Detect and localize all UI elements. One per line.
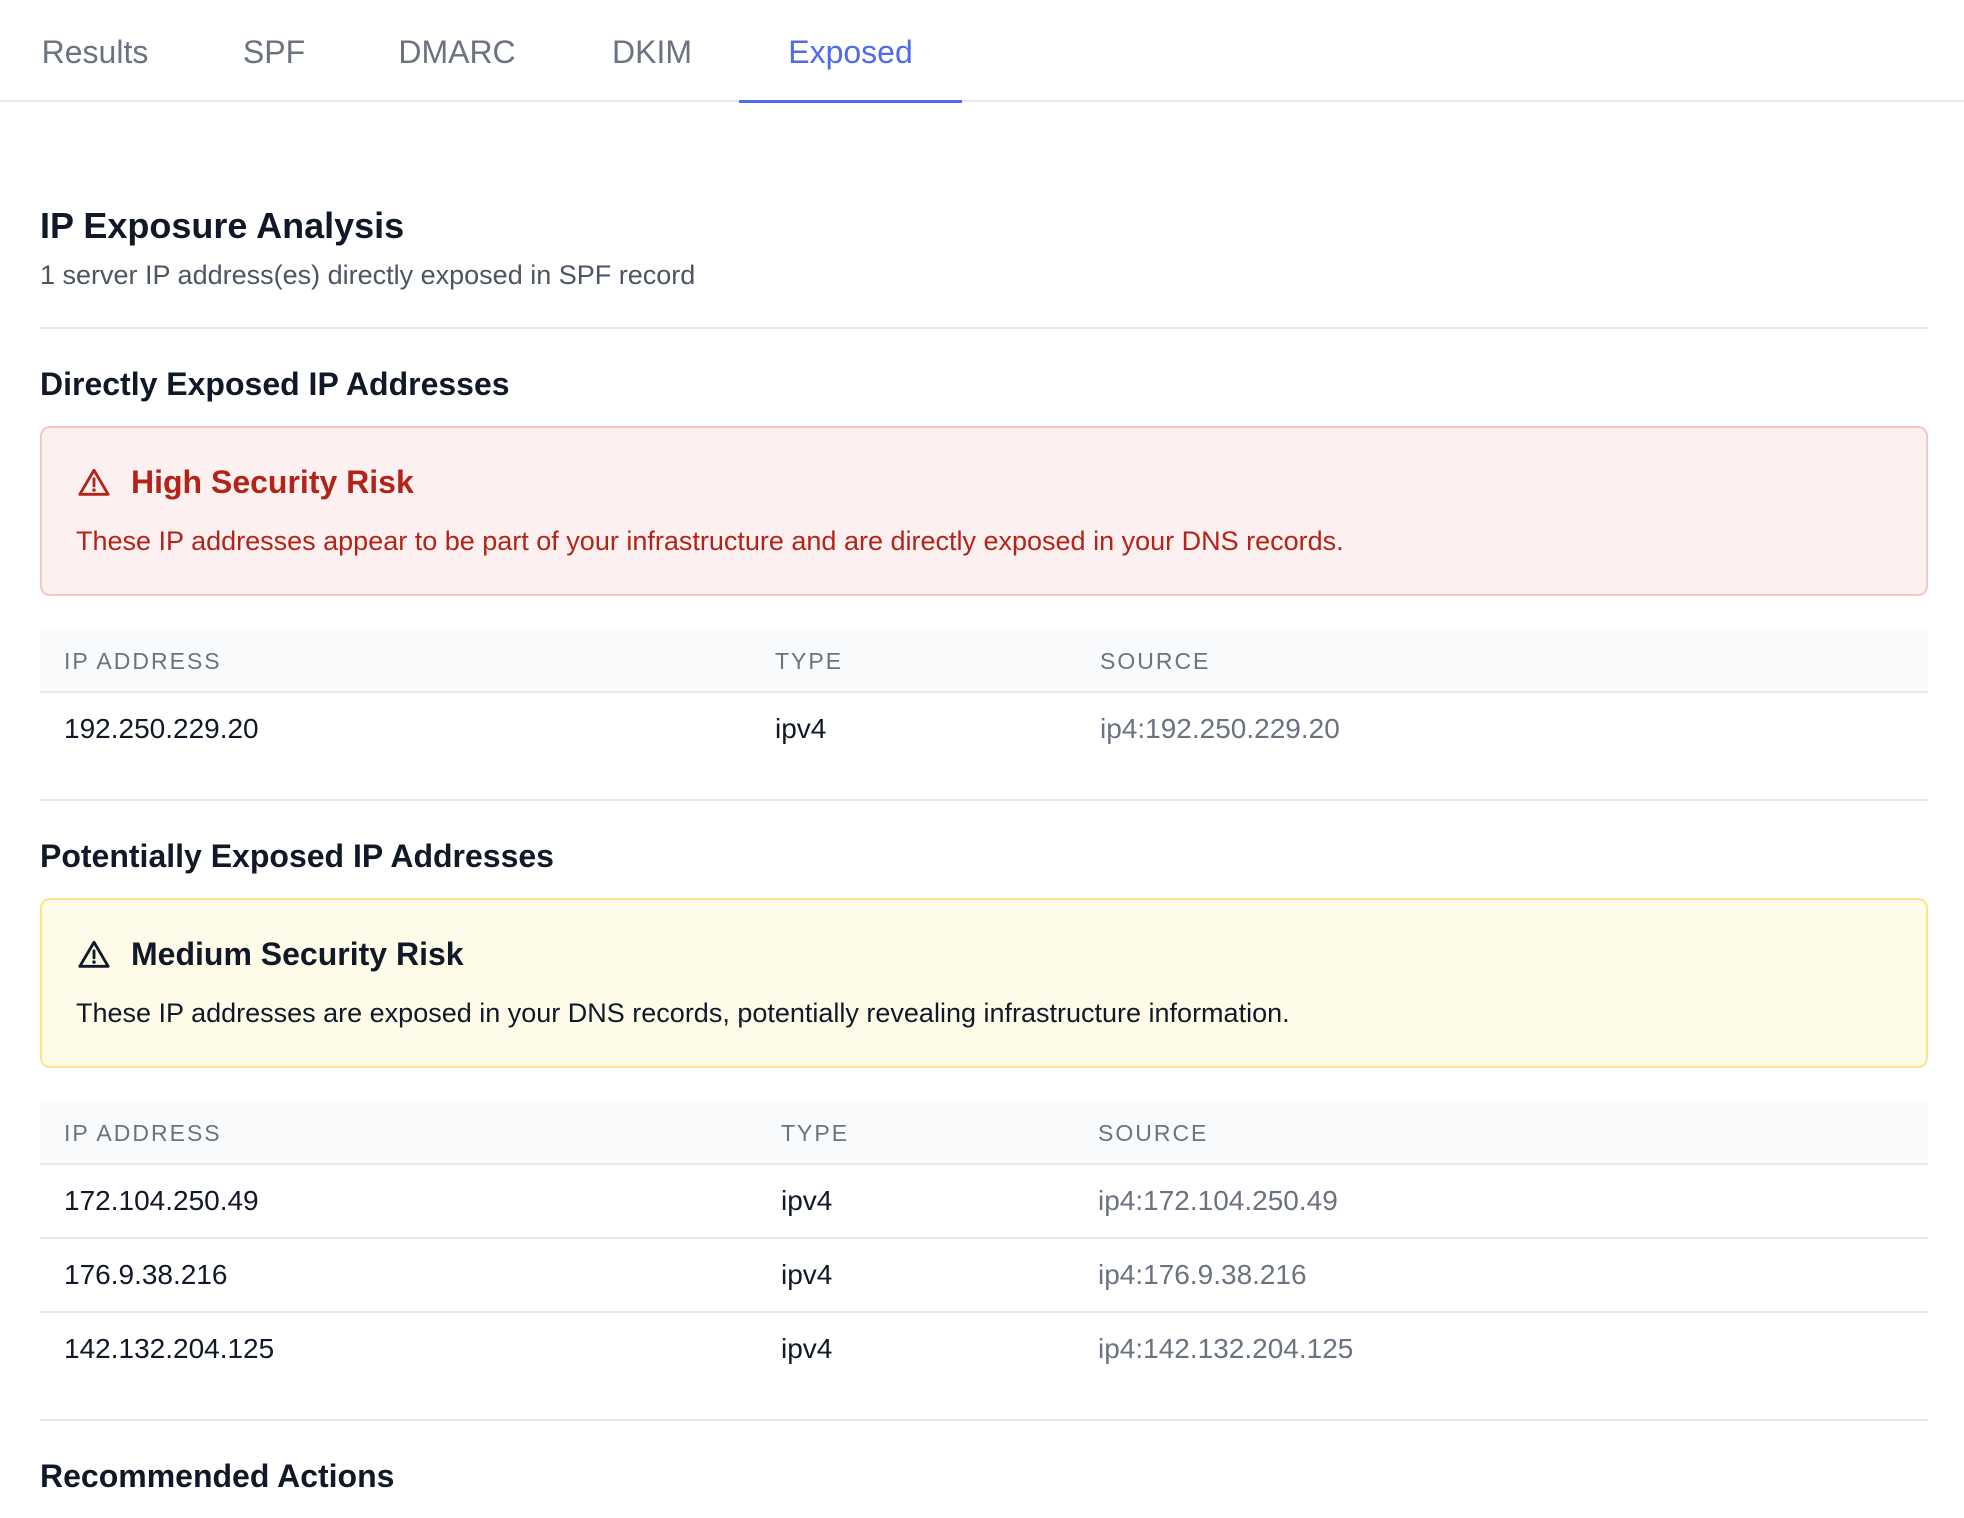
column-header-type: TYPE (781, 1120, 850, 1146)
tab-spf[interactable]: SPF (224, 0, 324, 102)
tab-exposed[interactable]: Exposed (739, 0, 962, 103)
page-subtitle: 1 server IP address(es) directly exposed… (40, 260, 696, 290)
table-row: 176.9.38.216 ipv4 ip4:176.9.38.216 (40, 1239, 1928, 1313)
medium-risk-alert: Medium Security Risk These IP addresses … (40, 898, 1928, 1068)
ip-source: ip4:142.132.204.125 (1098, 1333, 1354, 1364)
table-row: 192.250.229.20 ipv4 ip4:192.250.229.20 (40, 693, 1928, 767)
table-row: 172.104.250.49 ipv4 ip4:172.104.250.49 (40, 1165, 1928, 1239)
column-header-source: SOURCE (1100, 648, 1211, 674)
ip-source: ip4:176.9.38.216 (1098, 1259, 1307, 1290)
ip-address: 192.250.229.20 (64, 713, 259, 744)
direct-ip-table: IP ADDRESS TYPE SOURCE 192.250.229.20 ip… (40, 629, 1928, 767)
tab-results[interactable]: Results (20, 0, 170, 102)
tab-dmarc[interactable]: DMARC (382, 0, 532, 102)
table-header: IP ADDRESS TYPE SOURCE (40, 1101, 1928, 1165)
ip-source: ip4:172.104.250.49 (1098, 1185, 1338, 1216)
column-header-source: SOURCE (1098, 1120, 1209, 1146)
tab-dkim[interactable]: DKIM (590, 0, 714, 102)
alert-title: High Security Risk (131, 464, 414, 500)
ip-source: ip4:192.250.229.20 (1100, 713, 1340, 744)
column-header-ip: IP ADDRESS (64, 1120, 222, 1146)
high-risk-alert: High Security Risk These IP addresses ap… (40, 426, 1928, 596)
warning-triangle-icon (78, 940, 110, 968)
ip-address: 172.104.250.49 (64, 1185, 259, 1216)
column-header-ip: IP ADDRESS (64, 648, 222, 674)
divider (40, 327, 1928, 329)
section-title-recommended: Recommended Actions (40, 1458, 395, 1494)
alert-text: These IP addresses appear to be part of … (76, 526, 1344, 556)
divider (40, 799, 1928, 801)
table-row: 142.132.204.125 ipv4 ip4:142.132.204.125 (40, 1313, 1928, 1387)
table-header: IP ADDRESS TYPE SOURCE (40, 629, 1928, 693)
column-header-type: TYPE (775, 648, 844, 674)
potential-ip-table: IP ADDRESS TYPE SOURCE 172.104.250.49 ip… (40, 1101, 1928, 1387)
ip-address: 142.132.204.125 (64, 1333, 275, 1364)
tab-bar: Results SPF DMARC DKIM Exposed (0, 0, 1964, 103)
ip-address: 176.9.38.216 (64, 1259, 228, 1290)
section-title-direct: Directly Exposed IP Addresses (40, 366, 510, 402)
warning-triangle-icon (78, 468, 110, 496)
ip-type: ipv4 (781, 1333, 833, 1364)
section-title-potential: Potentially Exposed IP Addresses (40, 838, 554, 874)
ip-type: ipv4 (775, 713, 827, 744)
ip-type: ipv4 (781, 1259, 833, 1290)
alert-title: Medium Security Risk (131, 936, 464, 972)
divider (40, 1419, 1928, 1421)
ip-type: ipv4 (781, 1185, 833, 1216)
page-title: IP Exposure Analysis (40, 205, 405, 246)
alert-text: These IP addresses are exposed in your D… (76, 998, 1290, 1028)
